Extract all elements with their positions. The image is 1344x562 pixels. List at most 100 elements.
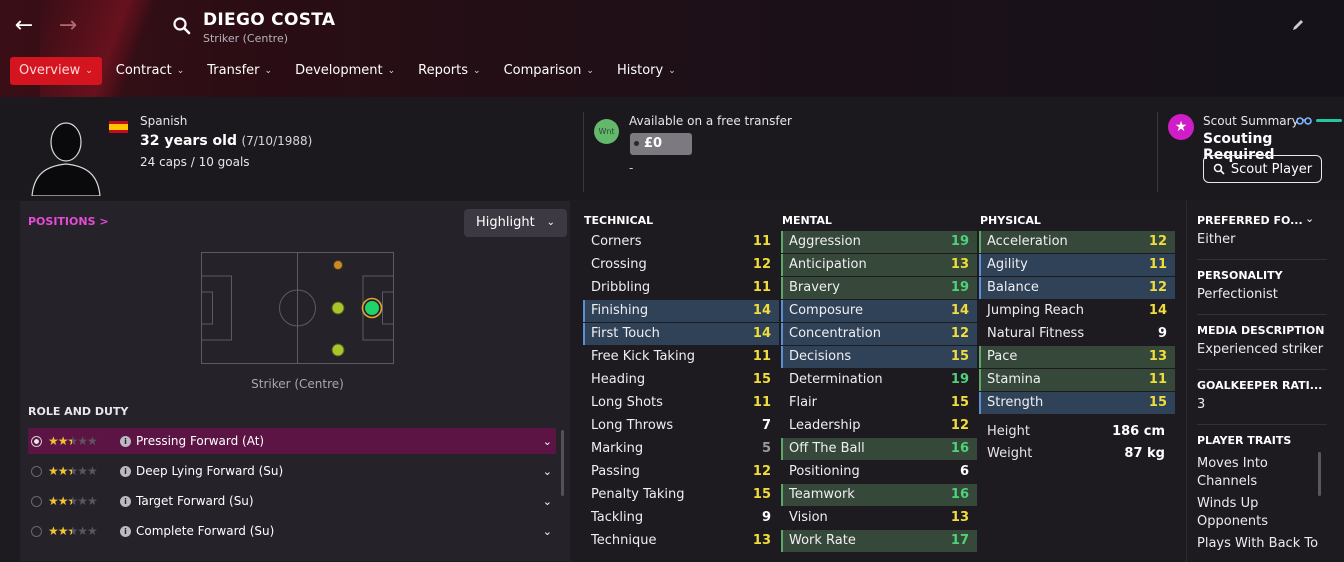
role-row[interactable]: ★★★★★★ i Pressing Forward (At) ⌄	[28, 428, 556, 454]
attribute-row[interactable]: Heading 15	[583, 369, 779, 392]
back-arrow-icon[interactable]: ←	[10, 12, 38, 40]
attribute-name: Technique	[591, 533, 657, 548]
attribute-row[interactable]: Anticipation 13	[781, 254, 977, 277]
scrollbar[interactable]	[1318, 452, 1321, 496]
chevron-down-icon[interactable]: ⌄	[543, 525, 552, 538]
attribute-row[interactable]: Finishing 14	[583, 300, 779, 323]
attribute-row[interactable]: Balance 12	[979, 277, 1175, 300]
attribute-name: Aggression	[789, 234, 861, 249]
search-icon[interactable]	[172, 16, 192, 36]
attribute-row[interactable]: Long Throws 7	[583, 415, 779, 438]
attribute-row[interactable]: Natural Fitness 9	[979, 323, 1175, 346]
chevron-down-icon[interactable]: ⌄	[543, 435, 552, 448]
chevron-down-icon[interactable]: ⌄	[543, 465, 552, 478]
attribute-row[interactable]: Strength 15	[979, 392, 1175, 415]
divider	[583, 112, 584, 192]
attribute-row[interactable]: Work Rate 17	[781, 530, 977, 553]
scout-player-button[interactable]: Scout Player	[1203, 155, 1322, 183]
nationality: Spanish	[140, 114, 188, 128]
attribute-row[interactable]: First Touch 14	[583, 323, 779, 346]
tab-overview[interactable]: Overview ⌄	[10, 57, 102, 85]
tab-development[interactable]: Development ⌄	[286, 57, 404, 85]
transfer-status: Available on a free transfer	[629, 114, 792, 128]
scrollbar[interactable]	[561, 430, 564, 496]
attribute-row[interactable]: Concentration 12	[781, 323, 977, 346]
info-icon[interactable]: i	[120, 525, 131, 537]
info-icon[interactable]: i	[120, 465, 131, 477]
attribute-row[interactable]: Teamwork 16	[781, 484, 977, 507]
attribute-row[interactable]: Aggression 19	[781, 231, 977, 254]
attribute-value: 7	[761, 418, 771, 433]
attribute-row[interactable]: Pace 13	[979, 346, 1175, 369]
height-row: Height 186 cm	[987, 424, 1165, 439]
tab-reports[interactable]: Reports ⌄	[409, 57, 489, 85]
info-icon[interactable]: i	[120, 435, 131, 447]
role-row[interactable]: ★★★★★★ i Deep Lying Forward (Su) ⌄	[28, 458, 556, 484]
info-icon[interactable]: i	[120, 495, 131, 507]
attribute-row[interactable]: Penalty Taking 15	[583, 484, 779, 507]
attribute-row[interactable]: Positioning 6	[781, 461, 977, 484]
attribute-value: 11	[1148, 257, 1167, 272]
attribute-row[interactable]: Tackling 9	[583, 507, 779, 530]
tab-transfer[interactable]: Transfer ⌄	[198, 57, 281, 85]
attribute-value: 12	[950, 326, 969, 341]
attribute-row[interactable]: Passing 12	[583, 461, 779, 484]
attribute-row[interactable]: Long Shots 11	[583, 392, 779, 415]
role-row[interactable]: ★★★★★★ i Target Forward (Su) ⌄	[28, 488, 556, 514]
trait-item: Moves Into Channels	[1197, 456, 1268, 489]
forward-arrow-icon[interactable]: →	[54, 12, 82, 40]
attribute-row[interactable]: Free Kick Taking 11	[583, 346, 779, 369]
attribute-row[interactable]: Acceleration 12	[979, 231, 1175, 254]
attribute-row[interactable]: Decisions 15	[781, 346, 977, 369]
attribute-value: 12	[1148, 234, 1167, 249]
attribute-name: Determination	[789, 372, 883, 387]
chevron-down-icon[interactable]: ⌄	[543, 495, 552, 508]
chevron-down-icon: ⌄	[176, 66, 185, 76]
attribute-name: Leadership	[789, 418, 861, 433]
attribute-name: Composure	[789, 303, 863, 318]
tab-contract[interactable]: Contract ⌄	[107, 57, 193, 85]
attribute-value: 13	[950, 510, 969, 525]
attribute-name: Off The Ball	[789, 441, 865, 456]
attribute-value: 5	[761, 441, 771, 456]
highlight-dropdown[interactable]: Highlight ⌄	[464, 209, 567, 237]
radio-button[interactable]	[31, 435, 42, 447]
price-tag: £0	[630, 133, 692, 155]
scout-progress-bar	[1316, 119, 1342, 122]
tab-history[interactable]: History ⌄	[608, 57, 685, 85]
attribute-row[interactable]: Agility 11	[979, 254, 1175, 277]
chevron-down-icon: ⌄	[473, 66, 481, 76]
chevron-down-icon[interactable]: ⌄	[1305, 212, 1314, 225]
edit-pencil-icon[interactable]	[1290, 17, 1306, 33]
attribute-row[interactable]: Flair 15	[781, 392, 977, 415]
attribute-row[interactable]: Leadership 12	[781, 415, 977, 438]
attribute-value: 12	[950, 418, 969, 433]
attribute-value: 19	[950, 280, 969, 295]
divider	[1197, 259, 1327, 260]
radio-button[interactable]	[31, 465, 42, 477]
radio-button[interactable]	[31, 495, 42, 507]
attribute-row[interactable]: Jumping Reach 14	[979, 300, 1175, 323]
goalkeeper-rating: 3	[1197, 397, 1206, 412]
attribute-row[interactable]: Bravery 19	[781, 277, 977, 300]
attribute-row[interactable]: Corners 11	[583, 231, 779, 254]
attribute-value: 13	[752, 533, 771, 548]
attribute-row[interactable]: Marking 5	[583, 438, 779, 461]
attribute-name: Teamwork	[789, 487, 855, 502]
attribute-row[interactable]: Dribbling 11	[583, 277, 779, 300]
attribute-row[interactable]: Technique 13	[583, 530, 779, 553]
tab-comparison[interactable]: Comparison ⌄	[495, 57, 603, 85]
positions-link[interactable]: POSITIONS >	[28, 215, 109, 228]
attribute-row[interactable]: Vision 13	[781, 507, 977, 530]
attribute-name: First Touch	[591, 326, 660, 341]
attribute-row[interactable]: Crossing 12	[583, 254, 779, 277]
attribute-row[interactable]: Stamina 11	[979, 369, 1175, 392]
attribute-row[interactable]: Determination 19	[781, 369, 977, 392]
radio-button[interactable]	[31, 525, 42, 537]
attribute-row[interactable]: Off The Ball 16	[781, 438, 977, 461]
binoculars-icon	[1296, 117, 1312, 125]
player-age: 32 years old (7/10/1988)	[140, 133, 313, 149]
attribute-row[interactable]: Composure 14	[781, 300, 977, 323]
wanted-badge: Wnt	[594, 119, 619, 144]
role-row[interactable]: ★★★★★★ i Complete Forward (Su) ⌄	[28, 518, 556, 544]
